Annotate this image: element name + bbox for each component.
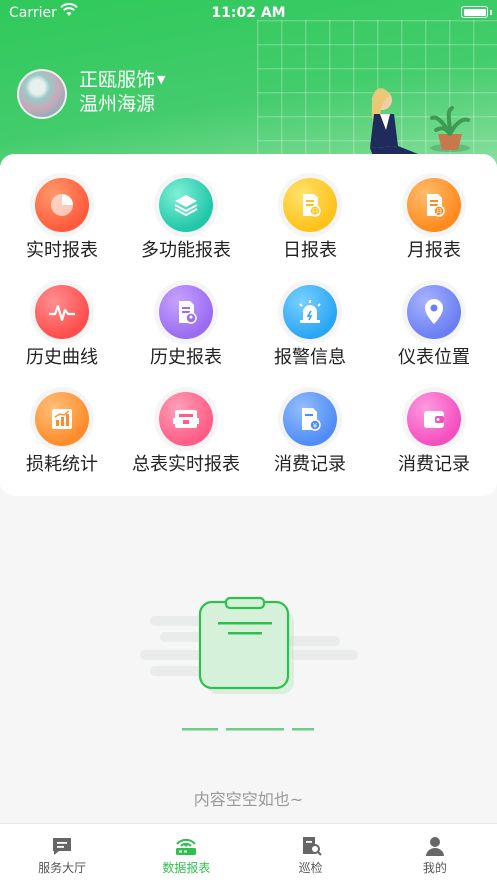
wallet-icon: [407, 392, 461, 446]
menu-item-history-report[interactable]: 历史报表: [124, 285, 248, 385]
pie-chart-icon: [35, 178, 89, 232]
yuan-document-icon: ¥: [283, 392, 337, 446]
menu-item-loss-statistics[interactable]: 损耗统计: [0, 392, 124, 492]
menu-label: 月报表: [407, 240, 461, 261]
clock: 11:02 AM: [211, 5, 286, 21]
history-report-icon: [159, 285, 213, 339]
tab-data-report[interactable]: 数据报表: [124, 824, 248, 883]
profile-icon: [425, 837, 444, 856]
svg-text:¥: ¥: [313, 422, 318, 430]
status-bar: Carrier 11:02 AM: [0, 0, 497, 26]
menu-label: 消费记录: [274, 454, 346, 475]
menu-item-consumption-record[interactable]: ¥ 消费记录: [248, 392, 372, 492]
data-report-icon: [176, 838, 197, 855]
company-switcher[interactable]: 正瓯服饰 ▼ 温州海源: [79, 68, 165, 116]
meter-icon: [159, 392, 213, 446]
menu-label: 消费记录: [398, 454, 470, 475]
bottom-tab-bar: 服务大厅 数据报表 巡检 我的: [0, 823, 497, 883]
menu-item-daily-report[interactable]: 日 日报表: [248, 178, 372, 278]
location-name: 温州海源: [79, 93, 156, 115]
tab-label: 我的: [422, 861, 447, 875]
alarm-light-icon: [283, 285, 337, 339]
inspection-icon: [302, 837, 322, 856]
menu-item-alarm-info[interactable]: 报警信息: [248, 285, 372, 385]
monthly-report-icon: 月: [407, 178, 461, 232]
caret-down-icon: ▼: [157, 73, 166, 86]
daily-report-icon: 日: [283, 178, 337, 232]
menu-label: 报警信息: [274, 347, 346, 368]
feature-menu-card: 实时报表 多功能报表 日 日报表 月 月报表 历史曲线 历史报表 报警信息 仪表…: [0, 154, 497, 496]
menu-label: 历史曲线: [26, 347, 98, 368]
menu-label: 损耗统计: [26, 454, 98, 475]
avatar[interactable]: [17, 69, 67, 119]
tab-label: 巡检: [298, 861, 323, 875]
service-hall-icon: [53, 838, 72, 855]
loss-chart-icon: [35, 392, 89, 446]
menu-item-meter-location[interactable]: 仪表位置: [372, 285, 496, 385]
menu-label: 总表实时报表: [132, 454, 240, 475]
empty-state-text: 内容空空如也~: [193, 790, 304, 809]
svg-text:月: 月: [436, 208, 443, 216]
history-curve-icon: [35, 285, 89, 339]
menu-label: 历史报表: [150, 347, 222, 368]
tab-inspection[interactable]: 巡检: [249, 824, 373, 883]
empty-clipboard-illustration: [140, 596, 358, 731]
location-pin-icon: [407, 285, 461, 339]
tab-label: 数据报表: [162, 861, 211, 875]
menu-label: 多功能报表: [141, 240, 231, 261]
menu-label: 日报表: [283, 240, 337, 261]
tab-label: 服务大厅: [38, 861, 87, 875]
tab-service-hall[interactable]: 服务大厅: [0, 824, 124, 883]
menu-label: 仪表位置: [398, 347, 470, 368]
layers-icon: [159, 178, 213, 232]
menu-label: 实时报表: [26, 240, 98, 261]
menu-item-consumption-record-2[interactable]: 消费记录: [372, 392, 496, 492]
tab-profile[interactable]: 我的: [373, 824, 497, 883]
menu-item-history-curve[interactable]: 历史曲线: [0, 285, 124, 385]
menu-item-realtime-report[interactable]: 实时报表: [0, 178, 124, 278]
company-name: 正瓯服饰: [79, 69, 156, 91]
menu-item-multifunction-report[interactable]: 多功能报表: [124, 178, 248, 278]
menu-item-monthly-report[interactable]: 月 月报表: [372, 178, 496, 278]
battery-icon: [461, 6, 488, 18]
svg-text:日: 日: [312, 208, 319, 216]
menu-item-master-realtime-report[interactable]: 总表实时报表: [124, 392, 248, 492]
